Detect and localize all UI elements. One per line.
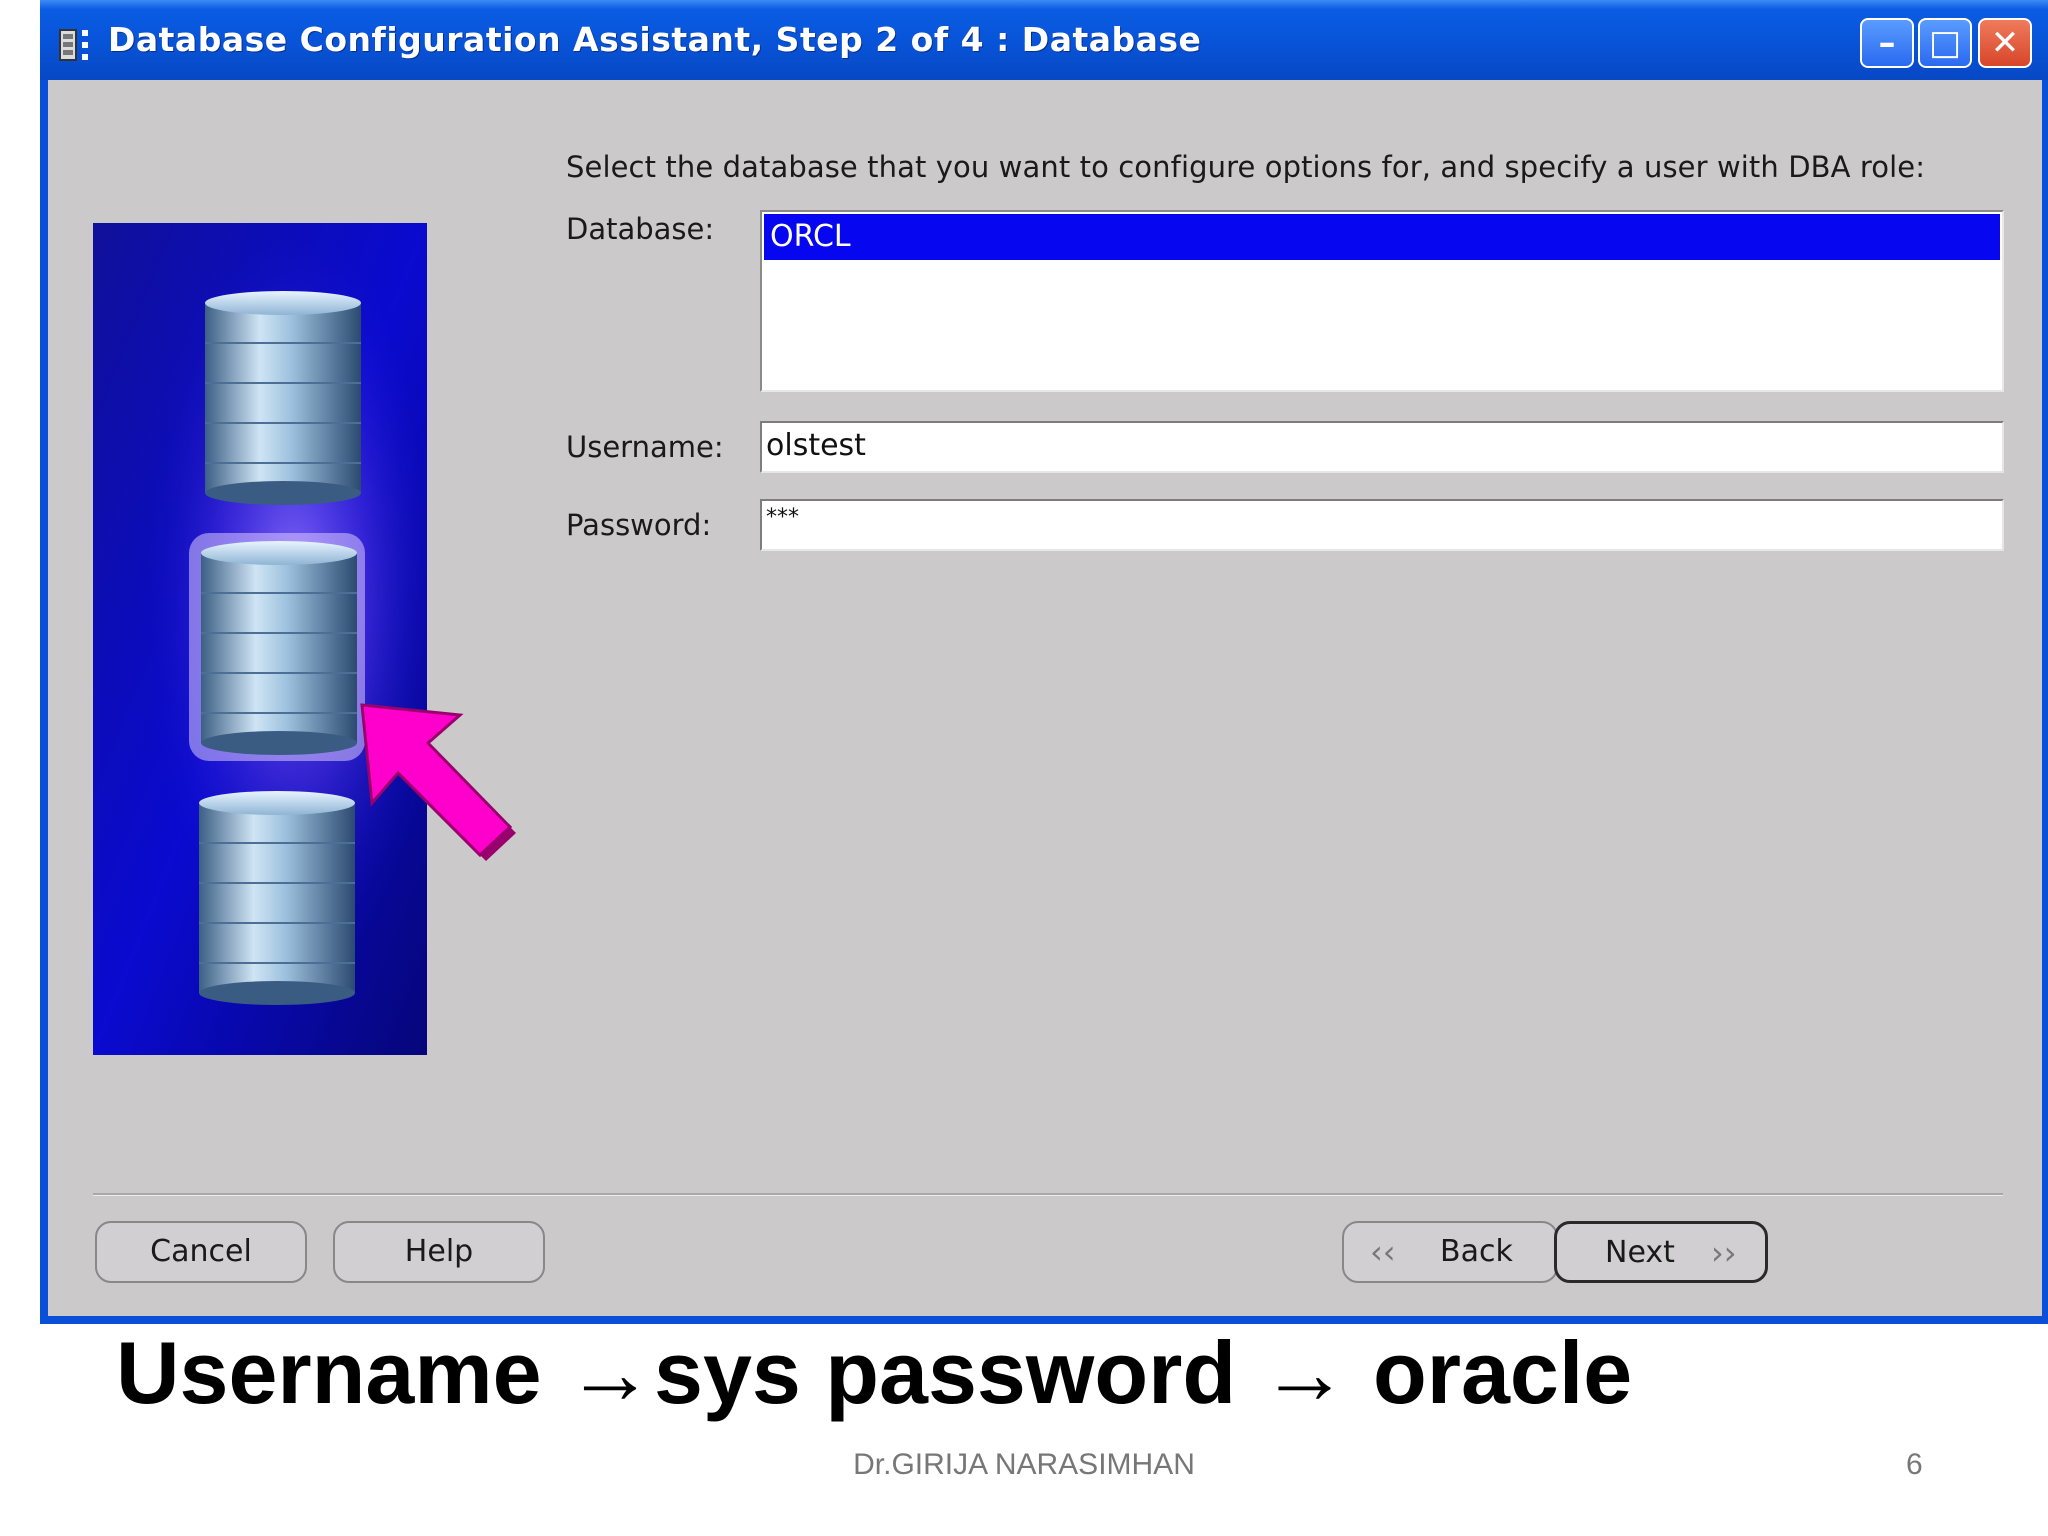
close-button[interactable]: ✕ [1978,18,2032,68]
back-button[interactable]: ‹‹ Back [1342,1221,1558,1283]
database-illustration [93,223,427,1055]
minimize-button[interactable]: – [1860,18,1914,68]
cancel-button-label: Cancel [150,1234,252,1269]
slide-footer: Dr.GIRIJA NARASIMHAN [853,1448,1195,1481]
database-list-item-selected[interactable]: ORCL [764,214,2000,260]
close-icon: ✕ [1990,23,2020,63]
username-label: Username: [566,430,724,464]
maximize-icon: □ [1928,23,1962,63]
pointer-arrow-icon [360,703,516,861]
page-number: 6 [1906,1448,1923,1481]
next-button-label: Next [1605,1235,1675,1270]
chevron-right-icon: ›› [1711,1234,1737,1272]
maximize-button[interactable]: □ [1918,18,1972,68]
title-bar[interactable]: Database Configuration Assistant, Step 2… [40,0,2048,80]
slide-caption: Username →sys password → oracle [116,1323,1633,1422]
chevron-left-icon: ‹‹ [1370,1233,1396,1271]
dbca-window: Database Configuration Assistant, Step 2… [40,0,2048,1324]
instruction-text: Select the database that you want to con… [566,150,1926,184]
database-label: Database: [566,212,715,246]
cancel-button[interactable]: Cancel [95,1221,307,1283]
password-label: Password: [566,508,712,542]
back-button-label: Back [1440,1234,1513,1269]
next-button[interactable]: Next ›› [1554,1221,1768,1283]
help-button[interactable]: Help [333,1221,545,1283]
database-listbox[interactable]: ORCL [760,210,2004,392]
button-separator [93,1193,2003,1196]
help-button-label: Help [404,1234,474,1269]
wizard-body: Select the database that you want to con… [48,80,2042,1316]
username-field[interactable]: olstest [760,421,2004,473]
database-cylinder-top [205,291,361,505]
minimize-icon: – [1878,23,1896,63]
database-app-icon [59,29,88,61]
window-title: Database Configuration Assistant, Step 2… [108,20,1202,59]
password-field[interactable]: *** [760,499,2004,551]
